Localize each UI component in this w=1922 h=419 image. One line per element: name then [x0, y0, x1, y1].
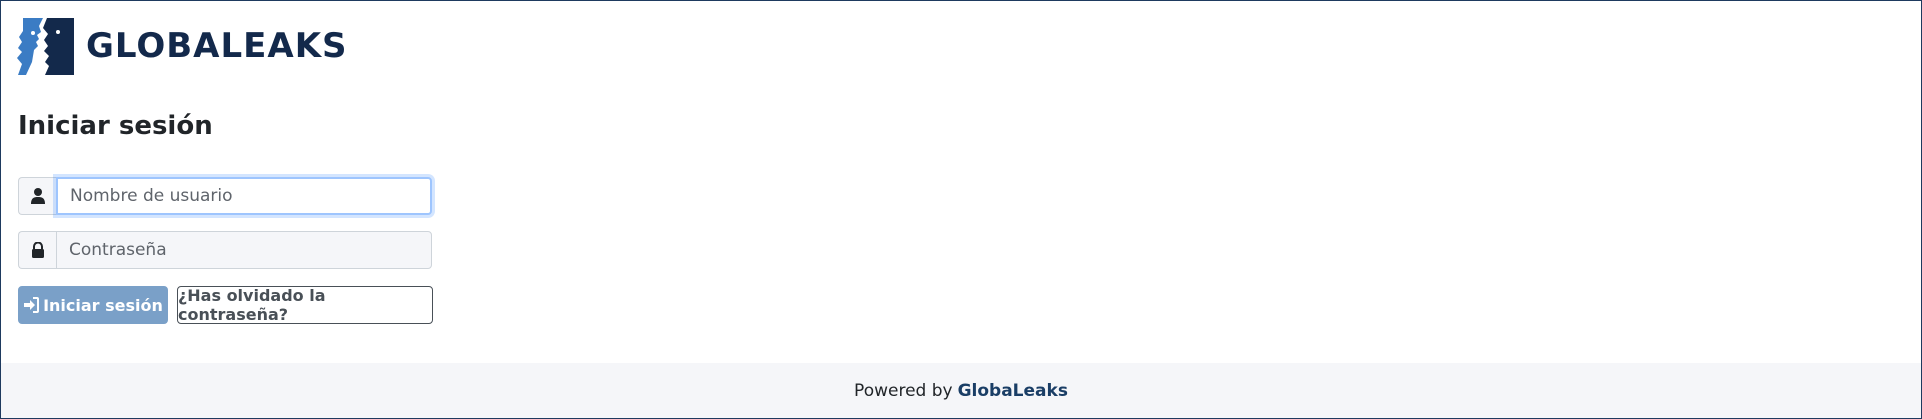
lock-icon	[31, 242, 44, 258]
page-title: Iniciar sesión	[18, 111, 213, 141]
login-button-label: Iniciar sesión	[43, 295, 163, 315]
page-frame: GLOBALEAKS Iniciar sesión Nombre de usua…	[0, 0, 1922, 419]
footer: Powered by GlobaLeaks	[1, 363, 1921, 418]
globaleaks-logo[interactable]: GLOBALEAKS	[17, 17, 348, 75]
password-input[interactable]: Contraseña	[56, 231, 432, 269]
password-group: Contraseña	[18, 231, 432, 269]
two-faces-whisper-logo-icon	[17, 17, 74, 75]
forgot-password-button[interactable]: ¿Has olvidado la contraseña?	[177, 286, 433, 324]
logo-text: GLOBALEAKS	[86, 26, 348, 66]
username-group: Nombre de usuario	[18, 177, 432, 215]
sign-in-icon	[24, 297, 40, 313]
login-button[interactable]: Iniciar sesión	[18, 286, 168, 324]
username-input[interactable]: Nombre de usuario	[56, 177, 432, 215]
user-icon	[30, 188, 45, 204]
user-addon	[18, 177, 56, 215]
globaleaks-link[interactable]: GlobaLeaks	[958, 381, 1068, 401]
powered-by-text: Powered by	[854, 380, 953, 401]
lock-addon	[18, 231, 56, 269]
